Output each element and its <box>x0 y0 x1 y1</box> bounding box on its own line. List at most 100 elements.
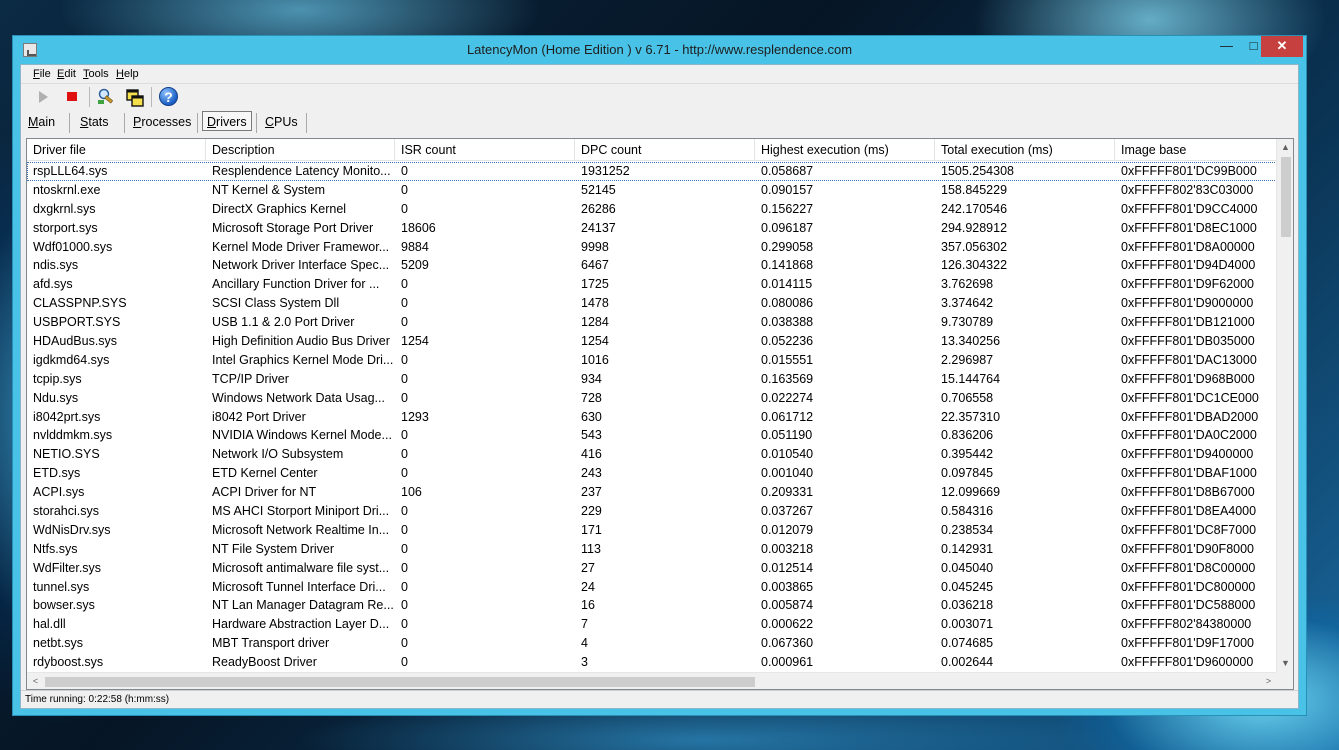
cell-isr-count: 0 <box>401 617 408 632</box>
vertical-scrollbar[interactable]: ▲ ▼ <box>1276 139 1293 672</box>
cell-highest-execution: 0.067360 <box>761 636 814 651</box>
column-header-description[interactable]: Description <box>206 139 395 161</box>
table-row[interactable]: netbt.sys MBT Transport driver 0 4 0.067360 0… <box>27 634 1277 653</box>
horizontal-scroll-thumb[interactable] <box>45 677 755 687</box>
cell-isr-count: 0 <box>401 636 408 651</box>
tab-separator <box>69 113 70 133</box>
table-row[interactable]: WdFilter.sys Microsoft antimalware file s… <box>27 559 1277 578</box>
tab-main[interactable]: Main <box>24 112 59 132</box>
table-row[interactable]: CLASSPNP.SYS SCSI Class System Dll 0 1478 0.… <box>27 294 1277 313</box>
title-bar[interactable]: LatencyMon (Home Edition ) v 6.71 - http… <box>13 36 1306 64</box>
cell-image-base: 0xFFFFF801'DBAF1000 <box>1121 466 1257 481</box>
cell-image-base: 0xFFFFF802'84380000 <box>1121 617 1252 632</box>
cell-description: ACPI Driver for NT <box>212 485 317 500</box>
scroll-right-icon[interactable]: > <box>1260 673 1277 690</box>
scroll-left-icon[interactable]: < <box>27 673 44 690</box>
table-row[interactable]: ndis.sys Network Driver Interface Spec...… <box>27 256 1277 275</box>
cell-image-base: 0xFFFFF801'D8A00000 <box>1121 239 1255 254</box>
help-button[interactable]: ? <box>157 86 179 108</box>
cell-isr-count: 106 <box>401 485 422 500</box>
table-row[interactable]: ntoskrnl.exe NT Kernel & System 0 52145 0.09… <box>27 181 1277 200</box>
cell-driver-file: Ntfs.sys <box>33 541 78 556</box>
tab-drivers[interactable]: Drivers <box>202 111 252 131</box>
cell-image-base: 0xFFFFF801'D9CC4000 <box>1121 201 1258 216</box>
table-row[interactable]: dxgkrnl.sys DirectX Graphics Kernel 0 26286… <box>27 200 1277 219</box>
table-row[interactable]: afd.sys Ancillary Function Driver for ...… <box>27 275 1277 294</box>
table-row[interactable]: ACPI.sys ACPI Driver for NT 106 237 0.209331… <box>27 483 1277 502</box>
tab-separator <box>197 113 198 133</box>
table-row[interactable]: storahci.sys MS AHCI Storport Miniport Dr… <box>27 502 1277 521</box>
tools-button[interactable] <box>95 86 117 108</box>
table-row[interactable]: HDAudBus.sys High Definition Audio Bus Dr… <box>27 332 1277 351</box>
table-row[interactable]: hal.dll Hardware Abstraction Layer D... 0 7… <box>27 615 1277 634</box>
table-row[interactable]: Ndu.sys Windows Network Data Usag... 0 728 0… <box>27 389 1277 408</box>
table-row[interactable]: rspLLL64.sys Resplendence Latency Monito.… <box>27 162 1277 181</box>
cell-driver-file: NETIO.SYS <box>33 447 100 462</box>
stop-button[interactable] <box>61 86 83 108</box>
scroll-down-icon[interactable]: ▼ <box>1277 655 1294 672</box>
column-header-isr-count[interactable]: ISR count <box>395 139 575 161</box>
menu-edit[interactable]: Edit <box>57 68 76 80</box>
driver-rows: rspLLL64.sys Resplendence Latency Monito.… <box>27 162 1277 672</box>
horizontal-scrollbar[interactable]: < > <box>27 672 1277 689</box>
scroll-up-icon[interactable]: ▲ <box>1277 139 1294 156</box>
tab-processes[interactable]: Processes <box>129 112 195 132</box>
cell-description: NT Kernel & System <box>212 182 326 197</box>
cell-description: Resplendence Latency Monito... <box>212 164 391 178</box>
table-row[interactable]: bowser.sys NT Lan Manager Datagram Re... 0… <box>27 596 1277 615</box>
cell-highest-execution: 0.080086 <box>761 296 814 311</box>
cell-total-execution: 0.238534 <box>941 522 994 537</box>
drivers-list[interactable]: Driver file Description ISR count DPC co… <box>26 138 1294 690</box>
column-header-image-base[interactable]: Image base <box>1115 139 1280 161</box>
menu-file[interactable]: File <box>33 68 51 80</box>
table-row[interactable]: rdyboost.sys ReadyBoost Driver 0 3 0.000961 0… <box>27 653 1277 672</box>
cell-image-base: 0xFFFFF801'D94D4000 <box>1121 258 1256 273</box>
cell-dpc-count: 24137 <box>581 220 616 235</box>
cell-dpc-count: 229 <box>581 504 602 519</box>
table-row[interactable]: WdNisDrv.sys Microsoft Network Realtime I… <box>27 521 1277 540</box>
toolbar-separator <box>151 87 152 107</box>
windows-button[interactable] <box>123 86 145 108</box>
table-row[interactable]: Ntfs.sys NT File System Driver 0 113 0.00321… <box>27 540 1277 559</box>
table-row[interactable]: USBPORT.SYS USB 1.1 & 2.0 Port Driver 0 128… <box>27 313 1277 332</box>
start-button[interactable] <box>32 86 54 108</box>
cell-driver-file: tunnel.sys <box>33 579 90 594</box>
table-row[interactable]: NETIO.SYS Network I/O Subsystem 0 416 0.0105… <box>27 445 1277 464</box>
cell-description: Network Driver Interface Spec... <box>212 258 390 273</box>
menu-tools[interactable]: Tools <box>83 68 109 80</box>
cell-total-execution: 0.074685 <box>941 636 994 651</box>
column-header-driver-file[interactable]: Driver file <box>27 139 206 161</box>
cell-isr-count: 0 <box>401 352 408 367</box>
cell-highest-execution: 0.090157 <box>761 182 814 197</box>
close-button[interactable]: ✕ <box>1261 36 1303 57</box>
tab-cpus[interactable]: CPUs <box>261 112 302 132</box>
table-row[interactable]: igdkmd64.sys Intel Graphics Kernel Mode D… <box>27 351 1277 370</box>
cell-total-execution: 0.142931 <box>941 541 994 556</box>
cell-dpc-count: 630 <box>581 409 602 424</box>
table-row[interactable]: tcpip.sys TCP/IP Driver 0 934 0.163569 15.144… <box>27 370 1277 389</box>
minimize-button[interactable]: — <box>1213 36 1240 57</box>
table-row[interactable]: storport.sys Microsoft Storage Port Drive… <box>27 219 1277 238</box>
cell-highest-execution: 0.000961 <box>761 655 814 670</box>
table-row[interactable]: i8042prt.sys i8042 Port Driver 1293 630 0.06… <box>27 408 1277 427</box>
column-header-highest-execution[interactable]: Highest execution (ms) <box>755 139 935 161</box>
cell-total-execution: 12.099669 <box>941 485 1001 500</box>
cell-isr-count: 1254 <box>401 334 429 349</box>
cell-image-base: 0xFFFFF801'D9600000 <box>1121 655 1254 670</box>
tab-stats[interactable]: Stats <box>76 112 113 132</box>
table-row[interactable]: tunnel.sys Microsoft Tunnel Interface Dri… <box>27 578 1277 597</box>
cell-driver-file: ACPI.sys <box>33 485 85 500</box>
cell-dpc-count: 27 <box>581 560 595 575</box>
vertical-scroll-thumb[interactable] <box>1281 157 1291 237</box>
cell-dpc-count: 543 <box>581 428 602 443</box>
menu-help[interactable]: Help <box>116 68 139 80</box>
table-row[interactable]: ETD.sys ETD Kernel Center 0 243 0.001040 0.09… <box>27 464 1277 483</box>
table-row[interactable]: Wdf01000.sys Kernel Mode Driver Framewor.… <box>27 238 1277 257</box>
cell-image-base: 0xFFFFF801'D9000000 <box>1121 296 1254 311</box>
column-header-dpc-count[interactable]: DPC count <box>575 139 755 161</box>
cell-driver-file: igdkmd64.sys <box>33 352 110 367</box>
cell-dpc-count: 237 <box>581 485 602 500</box>
table-row[interactable]: nvlddmkm.sys NVIDIA Windows Kernel Mode..… <box>27 426 1277 445</box>
column-header-total-execution[interactable]: Total execution (ms) <box>935 139 1115 161</box>
cell-driver-file: nvlddmkm.sys <box>33 428 113 443</box>
